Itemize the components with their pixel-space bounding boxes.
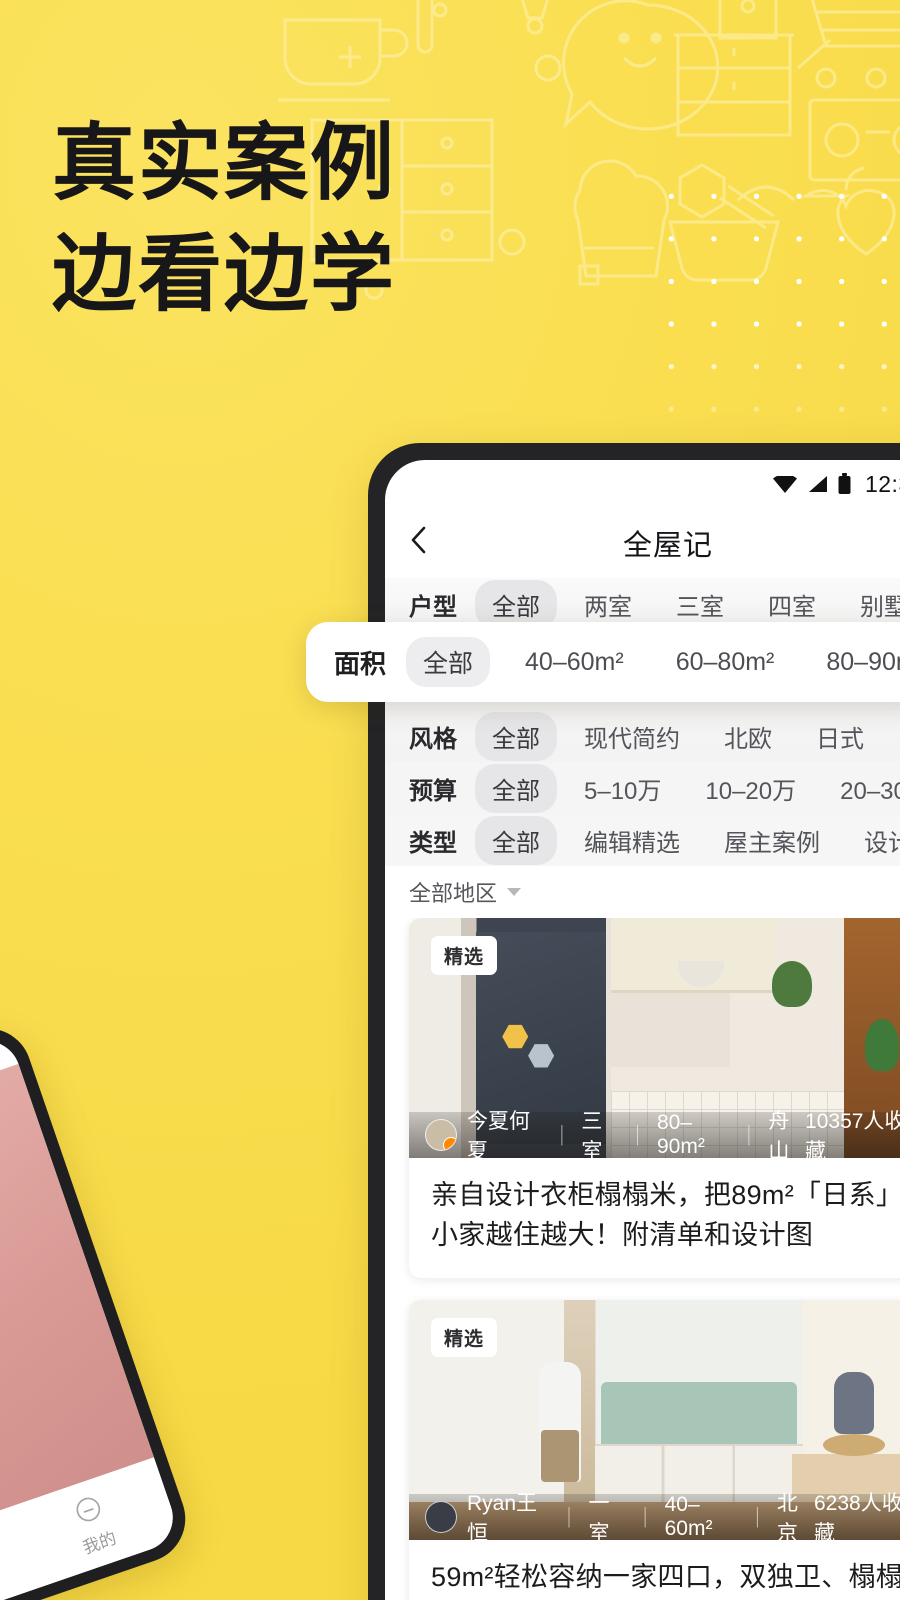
filter-option[interactable]: 40–60m²: [508, 641, 641, 684]
room-count: 三室: [581, 1110, 603, 1158]
filter-option[interactable]: 中式: [891, 712, 900, 761]
headline-line-2: 边看边学: [52, 226, 397, 321]
separator: ｜: [746, 1506, 768, 1530]
back-chevron-icon[interactable]: [409, 525, 443, 561]
promo-poster: 真实案例边看边学 47: [0, 0, 900, 1600]
filter-option-all[interactable]: 全部: [475, 763, 557, 813]
favorite-count: 10357人收藏: [805, 1110, 900, 1158]
separator: ｜: [634, 1506, 656, 1530]
filter-option[interactable]: 编辑精选: [567, 816, 697, 865]
case-card-image: 精选 今夏何夏 ｜ 三室 ｜ 80–90m² ｜ 舟山 10357人收藏: [409, 918, 900, 1158]
separator: ｜: [551, 1125, 573, 1148]
case-card-meta: Ryan王恒 ｜ 一室 ｜ 40–60m² ｜ 北京 6238人收藏: [409, 1492, 900, 1540]
tab-profile[interactable]: 我的: [67, 1489, 119, 1558]
dot-grid-pattern: [640, 165, 900, 455]
filter-option-all[interactable]: 全部: [406, 637, 491, 687]
region-label: 全部地区: [409, 881, 498, 906]
tab-label: 我的: [80, 1528, 119, 1558]
status-badge: 精选: [431, 1317, 498, 1357]
photo-bed: [600, 1381, 798, 1449]
wifi-icon: [772, 473, 797, 493]
page-title: 真实案例 边看边学: [52, 108, 396, 330]
case-card[interactable]: 精选 今夏何夏 ｜ 三室 ｜ 80–90m² ｜ 舟山 10357人收藏 亲自设…: [409, 918, 900, 1278]
filter-option[interactable]: 屋主案例: [707, 816, 837, 865]
city-name: 北京: [776, 1491, 798, 1540]
filter-option[interactable]: 20–30万: [823, 764, 900, 813]
case-card-image: 精选 Ryan王恒 ｜ 一室 ｜ 40–60m² ｜ 北京 6238人收藏: [409, 1299, 900, 1540]
case-card-title: 亲自设计衣柜榻榻米，把89m²「日系」小家越住越大！附清单和设计图: [431, 1180, 900, 1250]
filter-label: 类型: [409, 829, 457, 857]
status-bar: 12:30: [385, 460, 900, 508]
photo-plant: [771, 961, 812, 1008]
phone-mockup: 12:30 全屋记 户型 全部 两室 三室 四室 别墅 复式: [368, 443, 900, 1600]
page-heading: 全屋记: [622, 530, 713, 562]
battery-icon: [837, 473, 852, 495]
case-card-meta: 今夏何夏 ｜ 三室 ｜ 80–90m² ｜ 舟山 10357人收藏: [409, 1110, 900, 1158]
case-card-title: 59m²轻松容纳一家四口，双独卫、榻榻米全都少不了: [431, 1561, 900, 1592]
avatar: [425, 1119, 457, 1151]
photo-person: [833, 1371, 874, 1434]
author-name: Ryan王恒: [467, 1491, 538, 1540]
case-feed: 精选 今夏何夏 ｜ 三室 ｜ 80–90m² ｜ 舟山 10357人收藏 亲自设…: [385, 918, 900, 1600]
photo-plant: [864, 1018, 899, 1071]
author-name: 今夏何夏: [467, 1110, 530, 1158]
status-clock: 12:30: [864, 470, 900, 497]
status-badge: 精选: [431, 936, 498, 975]
filter-option-all[interactable]: 全部: [475, 711, 557, 761]
separator: ｜: [627, 1125, 648, 1148]
filter-option-all[interactable]: 全部: [475, 815, 557, 865]
filter-label: 面积: [334, 648, 387, 679]
filter-option[interactable]: 现代简约: [567, 712, 697, 761]
photo-counter: [611, 1066, 850, 1091]
filter-row-type: 类型 全部 编辑精选 屋主案例 设计师案例: [385, 814, 900, 866]
favorite-count: 6238人收藏: [814, 1491, 900, 1540]
room-count: 一室: [588, 1491, 610, 1540]
photo-person: [538, 1362, 581, 1483]
filter-row-budget: 预算 全部 5–10万 10–20万 20–30万 30–5: [385, 762, 900, 814]
navigation-bar: 全屋记: [385, 508, 900, 578]
separator: ｜: [558, 1506, 580, 1530]
filter-option[interactable]: 60–80m²: [659, 641, 792, 684]
case-card[interactable]: 精选 Ryan王恒 ｜ 一室 ｜ 40–60m² ｜ 北京 6238人收藏 59…: [409, 1299, 900, 1600]
chevron-down-icon: [507, 888, 522, 896]
filter-label: 风格: [409, 725, 457, 753]
avatar: [425, 1500, 457, 1533]
region-selector[interactable]: 全部地区: [385, 866, 900, 918]
filter-option[interactable]: 日式: [799, 712, 881, 761]
city-name: 舟山: [768, 1110, 790, 1158]
filter-option[interactable]: 80–90m²: [809, 641, 900, 684]
filter-option[interactable]: 10–20万: [688, 764, 813, 813]
filter-label: 户型: [409, 593, 457, 621]
signal-icon: [806, 475, 828, 493]
area-value: 40–60m²: [664, 1492, 713, 1540]
separator: ｜: [738, 1125, 760, 1148]
verified-badge-icon: [443, 1137, 456, 1150]
filter-row-area-highlighted[interactable]: 面积 全部 40–60m² 60–80m² 80–90m² 90: [306, 622, 900, 702]
filter-label: 预算: [409, 777, 457, 805]
profile-icon: [69, 1490, 107, 1528]
filter-option[interactable]: 设计师案例: [847, 816, 900, 865]
filter-option[interactable]: 北欧: [707, 712, 789, 761]
filter-row-style: 风格 全部 现代简约 北欧 日式 中式 轻奢: [385, 710, 900, 762]
headline-line-1: 真实案例: [52, 116, 397, 210]
filter-option[interactable]: 5–10万: [567, 764, 678, 813]
area-value: 80–90m²: [657, 1111, 705, 1158]
